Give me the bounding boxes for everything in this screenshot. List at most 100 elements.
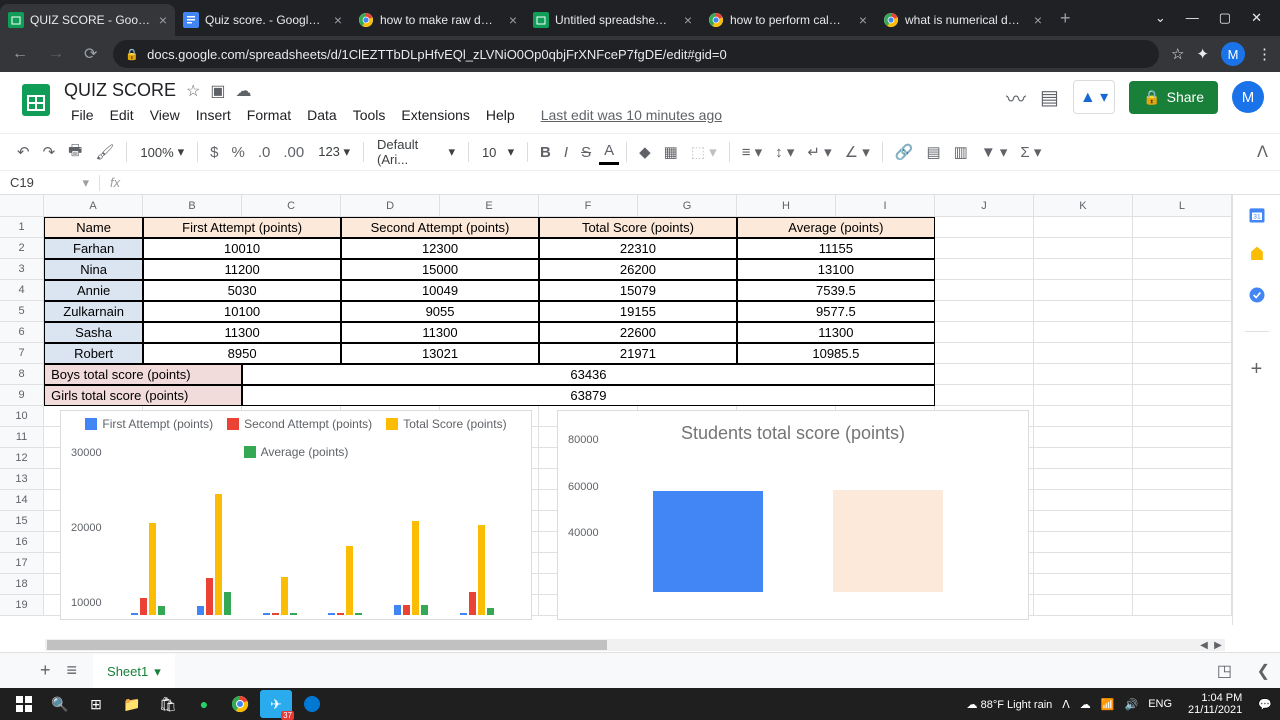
row-header[interactable]: 11	[0, 427, 44, 448]
column-header[interactable]: H	[737, 195, 836, 216]
row-header[interactable]: 15	[0, 511, 44, 532]
search-icon[interactable]: 🔍	[44, 690, 76, 718]
cell[interactable]: 22600	[539, 322, 737, 343]
cell[interactable]	[1133, 259, 1232, 280]
cell[interactable]: 11300	[143, 322, 341, 343]
cell-name[interactable]: Annie	[44, 280, 143, 301]
row-header[interactable]: 9	[0, 385, 44, 406]
cell[interactable]: 15079	[539, 280, 737, 301]
clock[interactable]: 1:04 PM21/11/2021	[1182, 692, 1248, 716]
collapse-toolbar-icon[interactable]: ᐱ	[1257, 142, 1268, 162]
menu-view[interactable]: View	[143, 103, 187, 127]
cell[interactable]: 10100	[143, 301, 341, 322]
cell[interactable]: 8950	[143, 343, 341, 364]
star-icon[interactable]: ☆	[186, 81, 200, 101]
row-header[interactable]: 6	[0, 322, 44, 343]
cell[interactable]	[1133, 511, 1232, 532]
cell[interactable]: 5030	[143, 280, 341, 301]
column-header[interactable]: B	[143, 195, 242, 216]
browser-tab[interactable]: Quiz score. - Googl… ×	[175, 4, 350, 36]
row-header[interactable]: 2	[0, 238, 44, 259]
chart-grouped-bar[interactable]: First Attempt (points)Second Attempt (po…	[60, 410, 532, 620]
cell[interactable]	[1133, 490, 1232, 511]
chart-button[interactable]: ▥	[949, 139, 973, 165]
cell-name[interactable]: Robert	[44, 343, 143, 364]
text-color-button[interactable]: A	[599, 139, 619, 165]
last-edit-link[interactable]: Last edit was 10 minutes ago	[534, 103, 729, 127]
strike-button[interactable]: S	[576, 140, 596, 165]
merge-button[interactable]: ⬚ ▾	[686, 139, 722, 165]
cell-total-label[interactable]: Girls total score (points)	[44, 385, 242, 406]
column-header[interactable]: C	[242, 195, 341, 216]
column-header[interactable]: A	[44, 195, 143, 216]
cell[interactable]	[1034, 385, 1133, 406]
menu-format[interactable]: Format	[240, 103, 298, 127]
share-button[interactable]: 🔒 Share	[1129, 81, 1218, 114]
cell[interactable]: 13100	[737, 259, 935, 280]
table-header-cell[interactable]: Second Attempt (points)	[341, 217, 539, 238]
cell-name[interactable]: Nina	[44, 259, 143, 280]
keep-icon[interactable]	[1247, 245, 1267, 265]
column-header[interactable]: F	[539, 195, 638, 216]
start-button[interactable]	[8, 690, 40, 718]
cell[interactable]	[935, 301, 1034, 322]
table-header-cell[interactable]: Name	[44, 217, 143, 238]
print-button[interactable]: 🖶	[63, 136, 87, 169]
cloud-icon[interactable]: ☁	[235, 81, 251, 101]
cell[interactable]	[1034, 595, 1133, 616]
cell-total-value[interactable]: 63436	[242, 364, 935, 385]
cell[interactable]	[935, 343, 1034, 364]
close-button[interactable]: ✕	[1251, 10, 1262, 26]
tab-close-icon[interactable]: ×	[859, 12, 867, 28]
format-select[interactable]: 123 ▾	[312, 140, 356, 164]
functions-button[interactable]: Σ ▾	[1015, 139, 1046, 165]
notifications-icon[interactable]: 💬	[1258, 698, 1272, 711]
row-header[interactable]: 12	[0, 448, 44, 469]
horizontal-scrollbar[interactable]: ◀ ▶	[45, 639, 1225, 651]
browser-tab[interactable]: QUIZ SCORE - Goo… ×	[0, 4, 175, 36]
cell[interactable]	[1133, 427, 1232, 448]
cell[interactable]: 10049	[341, 280, 539, 301]
v-align-button[interactable]: ↕ ▾	[770, 139, 799, 165]
extensions-icon[interactable]: ✦	[1196, 45, 1209, 63]
language-indicator[interactable]: ENG	[1148, 698, 1172, 710]
browser-tab[interactable]: what is numerical d… ×	[875, 4, 1050, 36]
cell[interactable]	[1034, 427, 1133, 448]
fill-color-button[interactable]: ◆	[634, 139, 656, 165]
cell[interactable]	[935, 259, 1034, 280]
cell[interactable]	[1034, 574, 1133, 595]
cell[interactable]	[1133, 364, 1232, 385]
row-header[interactable]: 8	[0, 364, 44, 385]
all-sheets-button[interactable]: ≡	[67, 660, 78, 681]
comment-button[interactable]: ▤	[921, 139, 945, 165]
whatsapp-icon[interactable]: ●	[188, 690, 220, 718]
tasks-icon[interactable]	[1247, 285, 1267, 305]
cell[interactable]	[1133, 322, 1232, 343]
row-header[interactable]: 3	[0, 259, 44, 280]
menu-file[interactable]: File	[64, 103, 101, 127]
comments-icon[interactable]: ▤	[1040, 85, 1059, 110]
row-header[interactable]: 16	[0, 532, 44, 553]
wifi-icon[interactable]: 📶	[1101, 698, 1115, 711]
minimize-button[interactable]: —	[1186, 10, 1199, 26]
cell[interactable]	[1133, 469, 1232, 490]
cloud-sync-icon[interactable]: ☁	[1080, 698, 1091, 711]
cell[interactable]	[935, 364, 1034, 385]
wrap-button[interactable]: ↵ ▾	[802, 139, 836, 165]
italic-button[interactable]: I	[559, 140, 573, 165]
zoom-select[interactable]: 100% ▾	[134, 140, 190, 164]
cell[interactable]: 22310	[539, 238, 737, 259]
menu-tools[interactable]: Tools	[346, 103, 393, 127]
cell[interactable]	[1133, 385, 1232, 406]
tab-close-icon[interactable]: ×	[334, 12, 342, 28]
column-header[interactable]: D	[341, 195, 440, 216]
maximize-button[interactable]: ▢	[1219, 10, 1231, 26]
tab-close-icon[interactable]: ×	[684, 12, 692, 28]
cell[interactable]	[1133, 217, 1232, 238]
cell[interactable]: 11200	[143, 259, 341, 280]
cell[interactable]	[935, 385, 1034, 406]
cell[interactable]	[1034, 364, 1133, 385]
cell[interactable]	[935, 217, 1034, 238]
cell[interactable]: 9055	[341, 301, 539, 322]
undo-button[interactable]: ↶	[12, 139, 35, 165]
